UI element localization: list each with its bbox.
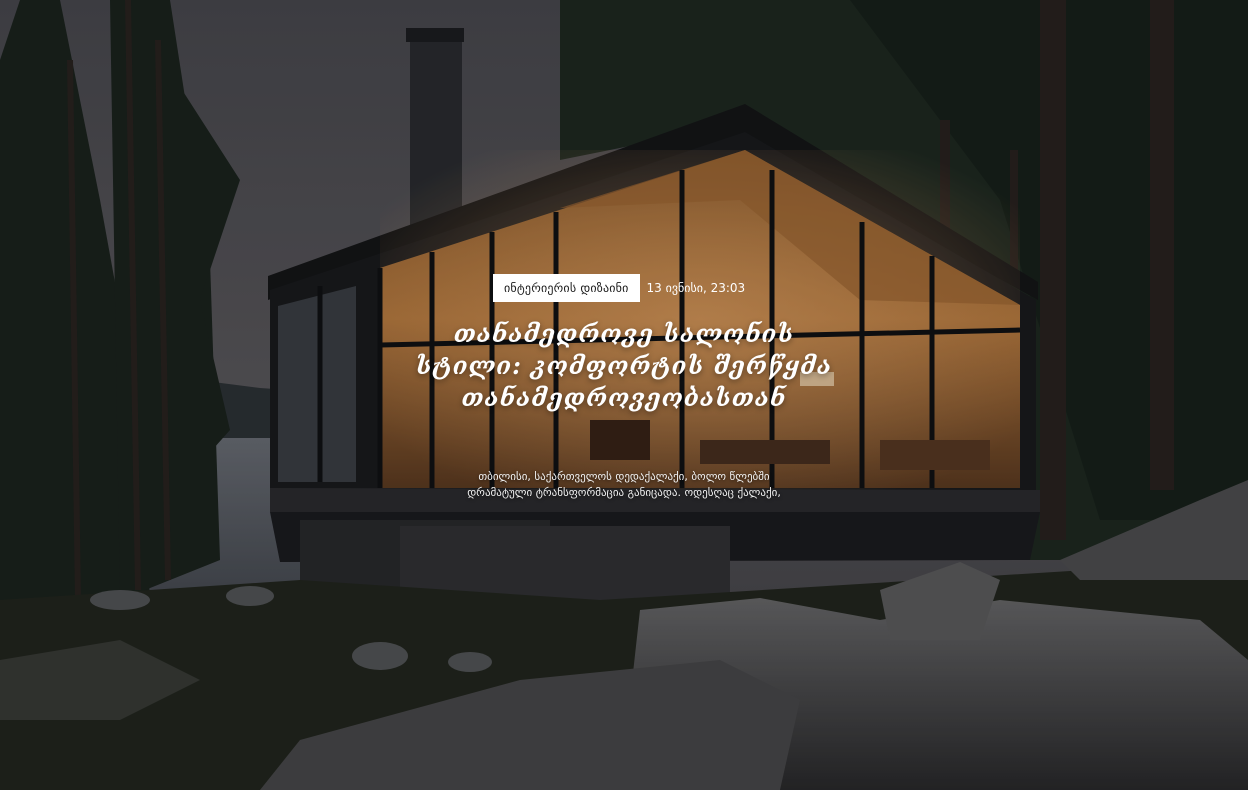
category-badge[interactable]: ინტერიერის დიზაინი — [493, 274, 640, 302]
post-date: 13 ივნისი, 23:03 — [646, 281, 746, 295]
featured-post: ინტერიერის დიზაინი 13 ივნისი, 23:03 თანა… — [0, 0, 1248, 790]
post-meta: ინტერიერის დიზაინი 13 ივნისი, 23:03 — [493, 274, 745, 302]
post-title[interactable]: თანამედროვე სალონის სტილი: კომფორტის შერ… — [404, 318, 844, 414]
post-excerpt: თბილისი, საქართველოს დედაქალაქი, ბოლო წლ… — [467, 470, 781, 499]
